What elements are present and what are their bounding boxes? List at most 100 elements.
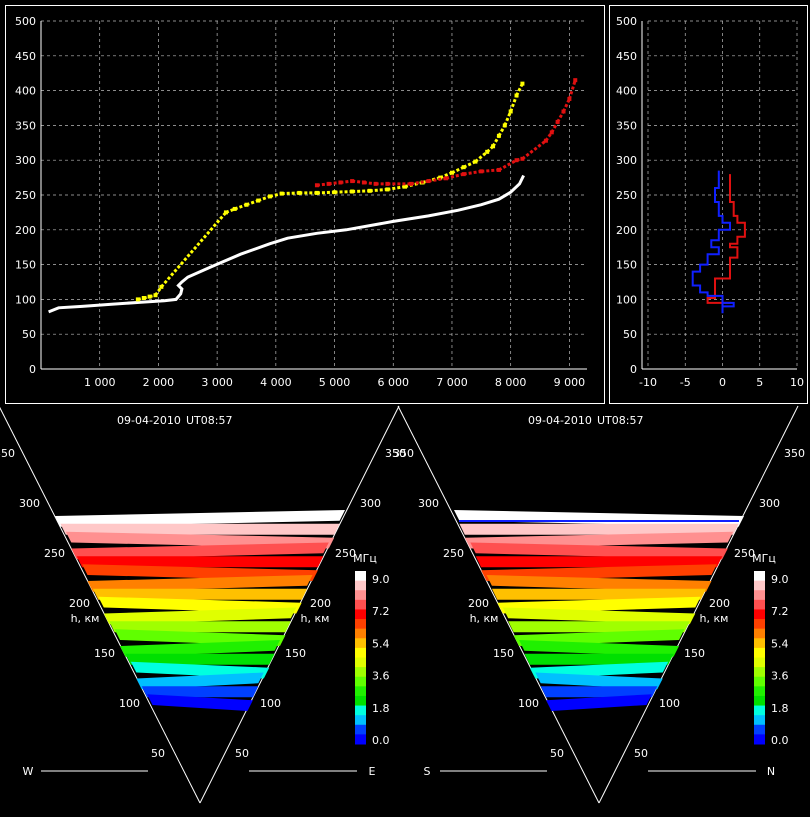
main-series-yellow-point: [223, 210, 228, 215]
wedge-right-time: UT08:57: [597, 414, 643, 427]
side-y-tick-label: 100: [616, 293, 637, 306]
colorbar-swatch: [355, 571, 366, 582]
side-y-tick-label: 300: [616, 154, 637, 167]
colorbar-swatch: [355, 599, 366, 610]
main-series-yellow-point: [256, 198, 261, 203]
colorbar-swatch: [754, 667, 765, 678]
main-series-yellow-point: [135, 297, 140, 302]
colorbar-swatch: [754, 724, 765, 735]
main-series-yellow-point: [485, 149, 490, 154]
main-series-red-point: [514, 158, 519, 163]
colorbar-swatch: [754, 590, 765, 601]
main-series-yellow-point: [461, 165, 466, 170]
main-series-yellow-point: [449, 170, 454, 175]
main-y-tick-label: 400: [15, 85, 36, 98]
main-series-yellow-point: [514, 93, 519, 98]
main-series-red-point: [561, 109, 566, 114]
colorbar-tick-label: 5.4: [771, 637, 789, 650]
wedge-height-label: 150: [684, 647, 705, 660]
side-y-tick-label: 0: [630, 363, 637, 376]
wedge-height-label: 100: [260, 697, 281, 710]
main-series-red-segment: [463, 169, 482, 176]
main-y-tick-label: 100: [15, 293, 36, 306]
main-series-yellow-point: [244, 202, 249, 207]
wedge-left-date: 09-04-2010: [117, 414, 181, 427]
main-series-red-point: [361, 180, 366, 185]
main-series-red-point: [314, 183, 319, 188]
wedge-panel-south-north: 09-04-2010 UT08:57 50 50 100 100 150 150 200 20…: [393, 405, 805, 804]
main-series-yellow-segment: [509, 94, 518, 112]
wedge-direction-right: N: [767, 765, 775, 778]
main-y-tick-label: 250: [15, 189, 36, 202]
side-x-tick-label: -10: [639, 376, 657, 389]
main-chart-y-ticks: 0 50 100 150 200 250 300 350 400 450 500: [15, 15, 36, 376]
colorbar-swatch: [754, 686, 765, 697]
colorbar-swatch: [754, 715, 765, 726]
main-x-tick-label: 6 000: [378, 376, 410, 389]
side-y-tick-label: 450: [616, 50, 637, 63]
main-series-yellow-segment: [503, 110, 513, 126]
main-series-yellow-point: [473, 159, 478, 164]
main-series-red-point: [338, 180, 343, 185]
wedge-height-label: 100: [119, 697, 140, 710]
main-series-red-point: [567, 96, 572, 101]
main-series-yellow-point: [232, 206, 237, 211]
wedge-height-label: 350: [784, 447, 805, 460]
colorbar-tick-label: 1.8: [372, 702, 390, 715]
main-series-red-point: [426, 179, 431, 184]
main-series-red-point: [549, 130, 554, 135]
wedge-height-label: 150: [285, 647, 306, 660]
main-series-red-point: [408, 181, 413, 186]
colorbar-tick-label: 9.0: [771, 573, 789, 586]
colorbar-tick-label: 7.2: [771, 605, 789, 618]
main-series-yellow-point: [496, 133, 501, 138]
colorbar-swatch: [355, 705, 366, 716]
main-series-yellow-point: [314, 190, 319, 195]
wedge-height-label: 250: [443, 547, 464, 560]
main-series-red-point: [326, 181, 331, 186]
colorbar-swatch: [754, 647, 765, 658]
wedge-height-label: 350: [393, 447, 414, 460]
side-y-tick-label: 150: [616, 259, 637, 272]
main-series-white-trace: [48, 174, 525, 314]
colorbar-swatch: [355, 619, 366, 630]
main-x-tick-label: 4 000: [260, 376, 292, 389]
wedge-panel-west-east: 09-04-2010 UT08:57 50 50 100 100 150 150 200 20…: [0, 405, 406, 804]
main-series-yellow-segment: [334, 190, 353, 194]
main-y-tick-label: 150: [15, 259, 36, 272]
main-series-yellow-point: [367, 188, 372, 193]
wedge-height-label: 300: [19, 497, 40, 510]
main-y-tick-label: 500: [15, 15, 36, 28]
wedge-height-label: 50: [634, 747, 648, 760]
side-series-blue-profile: [691, 170, 735, 314]
colorbar-swatch: [754, 695, 765, 707]
main-series-yellow-point: [332, 190, 337, 195]
wedge-height-unit-label: h, км: [301, 612, 330, 625]
colorbar-swatch: [754, 638, 765, 649]
wedge-height-label: 100: [659, 697, 680, 710]
colorbar-swatch: [355, 657, 366, 668]
colorbar-swatch: [754, 705, 765, 716]
main-y-tick-label: 50: [22, 328, 36, 341]
main-series-red-segment: [481, 168, 500, 173]
colorbar-swatch: [754, 609, 765, 620]
main-series-yellow-segment: [316, 190, 335, 195]
wedge-height-label: 300: [418, 497, 439, 510]
side-chart-series: [691, 170, 746, 314]
wedge-height-label: 50: [550, 747, 564, 760]
wedge-direction-left: S: [424, 765, 431, 778]
side-y-tick-label: 350: [616, 119, 637, 132]
side-x-tick-label: 0: [719, 376, 726, 389]
ionogram-stage: 050100150200250300350400450500 1 000 2 00…: [0, 5, 808, 804]
colorbar-tick-label: 3.6: [372, 670, 390, 683]
colorbar-swatch: [355, 580, 366, 591]
main-x-tick-label: 5 000: [319, 376, 351, 389]
side-y-tick-label: 250: [616, 189, 637, 202]
colorbar-swatch: [355, 628, 366, 639]
side-x-tick-label: 10: [790, 376, 804, 389]
main-series-red-point: [444, 176, 449, 181]
colorbar-tick-label: 1.8: [771, 702, 789, 715]
main-series-yellow-point: [279, 191, 284, 196]
wedge-height-label: 300: [759, 497, 780, 510]
wedge-height-label: 200: [709, 597, 730, 610]
